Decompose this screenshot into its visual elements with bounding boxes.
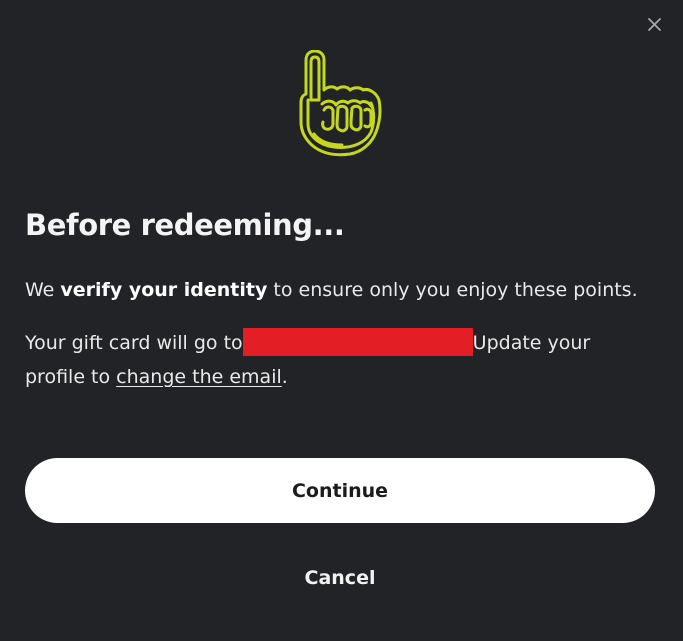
change-email-link[interactable]: change the email	[116, 366, 282, 388]
dialog-title: Before redeeming...	[25, 208, 345, 242]
verify-identity-text: We verify your identity to ensure only y…	[25, 273, 638, 307]
change-email-text-start: profile to	[25, 366, 117, 388]
close-button[interactable]	[640, 10, 668, 38]
verify-text-bold: verify your identity	[60, 279, 268, 301]
redeem-dialog: Before redeeming... We verify your ident…	[0, 0, 683, 641]
gift-card-text-start: Your gift card will go to	[25, 332, 243, 354]
gift-card-destination-text: Your gift card will go to Update your	[25, 326, 590, 360]
continue-button[interactable]: Continue	[25, 458, 655, 523]
change-email-text: profile to change the email.	[25, 360, 288, 394]
close-icon	[648, 18, 661, 31]
redacted-email	[242, 328, 473, 356]
verify-text-end: to ensure only you enjoy these points.	[267, 279, 638, 301]
pointing-finger-icon	[299, 50, 382, 157]
gift-card-text-end: Update your	[472, 332, 591, 354]
change-email-text-end: .	[281, 366, 288, 388]
cancel-button[interactable]: Cancel	[240, 558, 440, 598]
verify-text-start: We	[25, 279, 61, 301]
